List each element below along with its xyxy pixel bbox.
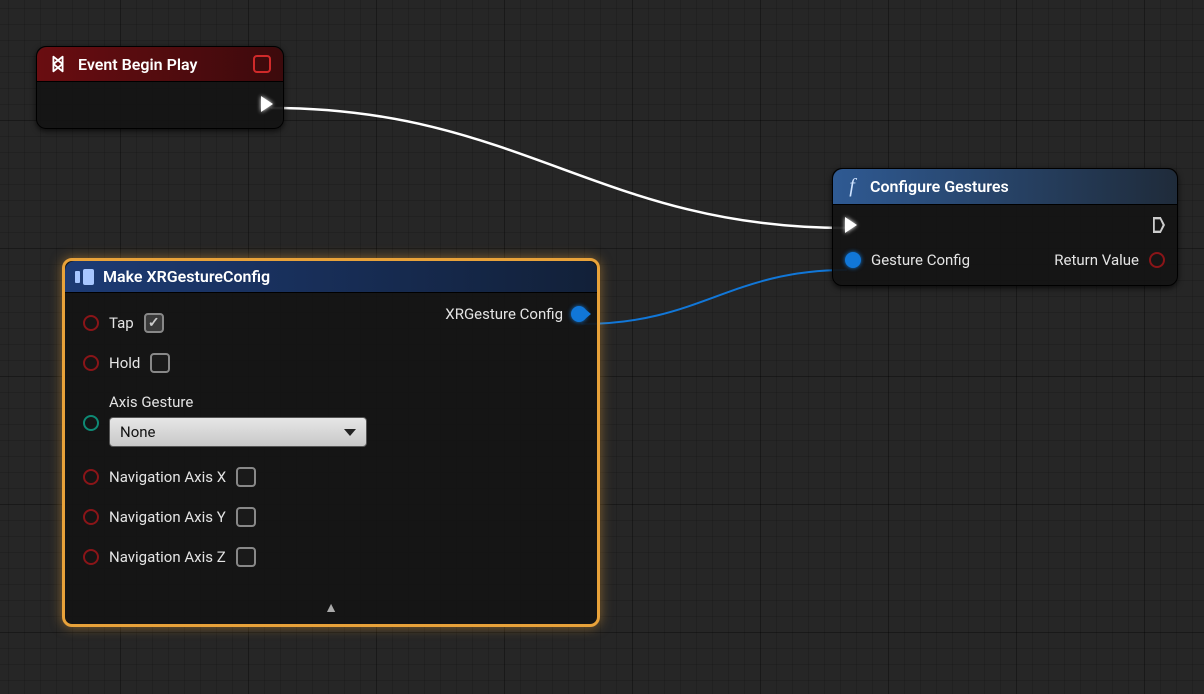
return-value-output-pin[interactable] [1149, 252, 1165, 268]
gesture-config-input-label: Gesture Config [871, 251, 970, 269]
event-node-header[interactable]: Event Begin Play [37, 47, 283, 82]
xrgesture-config-output-label: XRGesture Config [445, 305, 563, 323]
event-node-body [37, 82, 283, 128]
func-node-header[interactable]: f Configure Gestures [833, 169, 1177, 205]
hold-input-pin[interactable] [83, 355, 99, 371]
nav-z-checkbox[interactable] [236, 547, 256, 567]
struct-node-header[interactable]: Make XRGestureConfig [65, 261, 597, 293]
configure-gestures-node[interactable]: f Configure Gestures Gesture Config Retu… [832, 168, 1178, 286]
make-xrgestureconfig-node[interactable]: Make XRGestureConfig Tap ✓ Hold Axis Ges… [62, 258, 600, 627]
func-node-title: Configure Gestures [870, 177, 1009, 196]
nav-x-label: Navigation Axis X [109, 468, 226, 486]
tap-label: Tap [109, 314, 134, 332]
chevron-down-icon [344, 429, 356, 436]
axis-gesture-input-pin[interactable] [83, 415, 99, 431]
hold-checkbox[interactable] [150, 353, 170, 373]
func-node-body: Gesture Config Return Value [833, 205, 1177, 285]
field-nav-z: Navigation Axis Z [83, 547, 577, 567]
field-axis-gesture: Axis Gesture None [83, 393, 577, 447]
function-icon: f [843, 175, 861, 198]
return-value-label: Return Value [1054, 251, 1139, 269]
nav-y-checkbox[interactable] [236, 507, 256, 527]
hold-label: Hold [109, 354, 140, 372]
field-hold: Hold [83, 353, 577, 373]
struct-icon [75, 269, 94, 285]
axis-gesture-dropdown[interactable]: None [109, 417, 367, 447]
event-delegate-pin[interactable] [253, 55, 271, 73]
event-begin-play-node[interactable]: Event Begin Play [36, 46, 284, 129]
tap-input-pin[interactable] [83, 315, 99, 331]
axis-gesture-value: None [120, 423, 156, 441]
nav-x-checkbox[interactable] [236, 467, 256, 487]
func-exec-in-pin[interactable] [845, 217, 857, 233]
gesture-config-input-pin[interactable] [845, 252, 861, 268]
nav-x-input-pin[interactable] [83, 469, 99, 485]
event-exec-out-pin[interactable] [261, 96, 273, 112]
field-nav-x: Navigation Axis X [83, 467, 577, 487]
func-exec-out-pin[interactable] [1153, 217, 1165, 233]
event-node-title: Event Begin Play [78, 55, 197, 74]
struct-node-body: Tap ✓ Hold Axis Gesture None [65, 293, 597, 595]
event-icon [47, 53, 69, 75]
struct-node-title: Make XRGestureConfig [103, 267, 270, 286]
expand-node-toggle[interactable]: ▲ [65, 595, 597, 624]
xrgesture-config-output-pin[interactable] [571, 306, 587, 322]
tap-checkbox[interactable]: ✓ [144, 313, 164, 333]
nav-y-input-pin[interactable] [83, 509, 99, 525]
nav-y-label: Navigation Axis Y [109, 508, 226, 526]
nav-z-label: Navigation Axis Z [109, 548, 226, 566]
axis-gesture-label: Axis Gesture [109, 393, 367, 411]
nav-z-input-pin[interactable] [83, 549, 99, 565]
field-nav-y: Navigation Axis Y [83, 507, 577, 527]
